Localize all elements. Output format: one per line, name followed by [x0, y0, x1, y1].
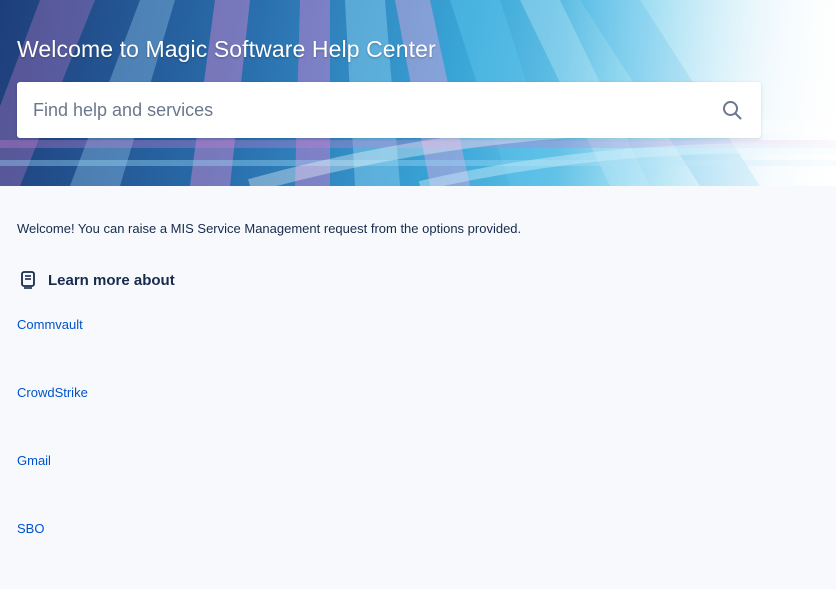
topic-link-commvault[interactable]: Commvault: [17, 317, 817, 385]
welcome-message: Welcome! You can raise a MIS Service Man…: [17, 221, 522, 236]
list-item: Commvault: [17, 317, 817, 385]
search-input[interactable]: [17, 82, 721, 138]
topic-link-crowdstrike[interactable]: CrowdStrike: [17, 385, 817, 453]
search-icon[interactable]: [721, 99, 743, 121]
page-title: Welcome to Magic Software Help Center: [17, 36, 436, 62]
topic-list: Commvault CrowdStrike Gmail SBO: [17, 317, 817, 589]
learn-more-title: Learn more about: [48, 271, 175, 289]
main-content: Welcome! You can raise a MIS Service Man…: [17, 186, 817, 589]
learn-more-header: Learn more about: [17, 271, 817, 289]
list-item: SBO: [17, 521, 817, 589]
list-item: CrowdStrike: [17, 385, 817, 453]
topic-link-sbo[interactable]: SBO: [17, 521, 817, 589]
hero-banner: Welcome to Magic Software Help Center: [0, 0, 836, 186]
topic-link-gmail[interactable]: Gmail: [17, 453, 817, 521]
list-item: Gmail: [17, 453, 817, 521]
search-box[interactable]: [17, 82, 761, 138]
knowledge-base-icon: [20, 271, 38, 289]
